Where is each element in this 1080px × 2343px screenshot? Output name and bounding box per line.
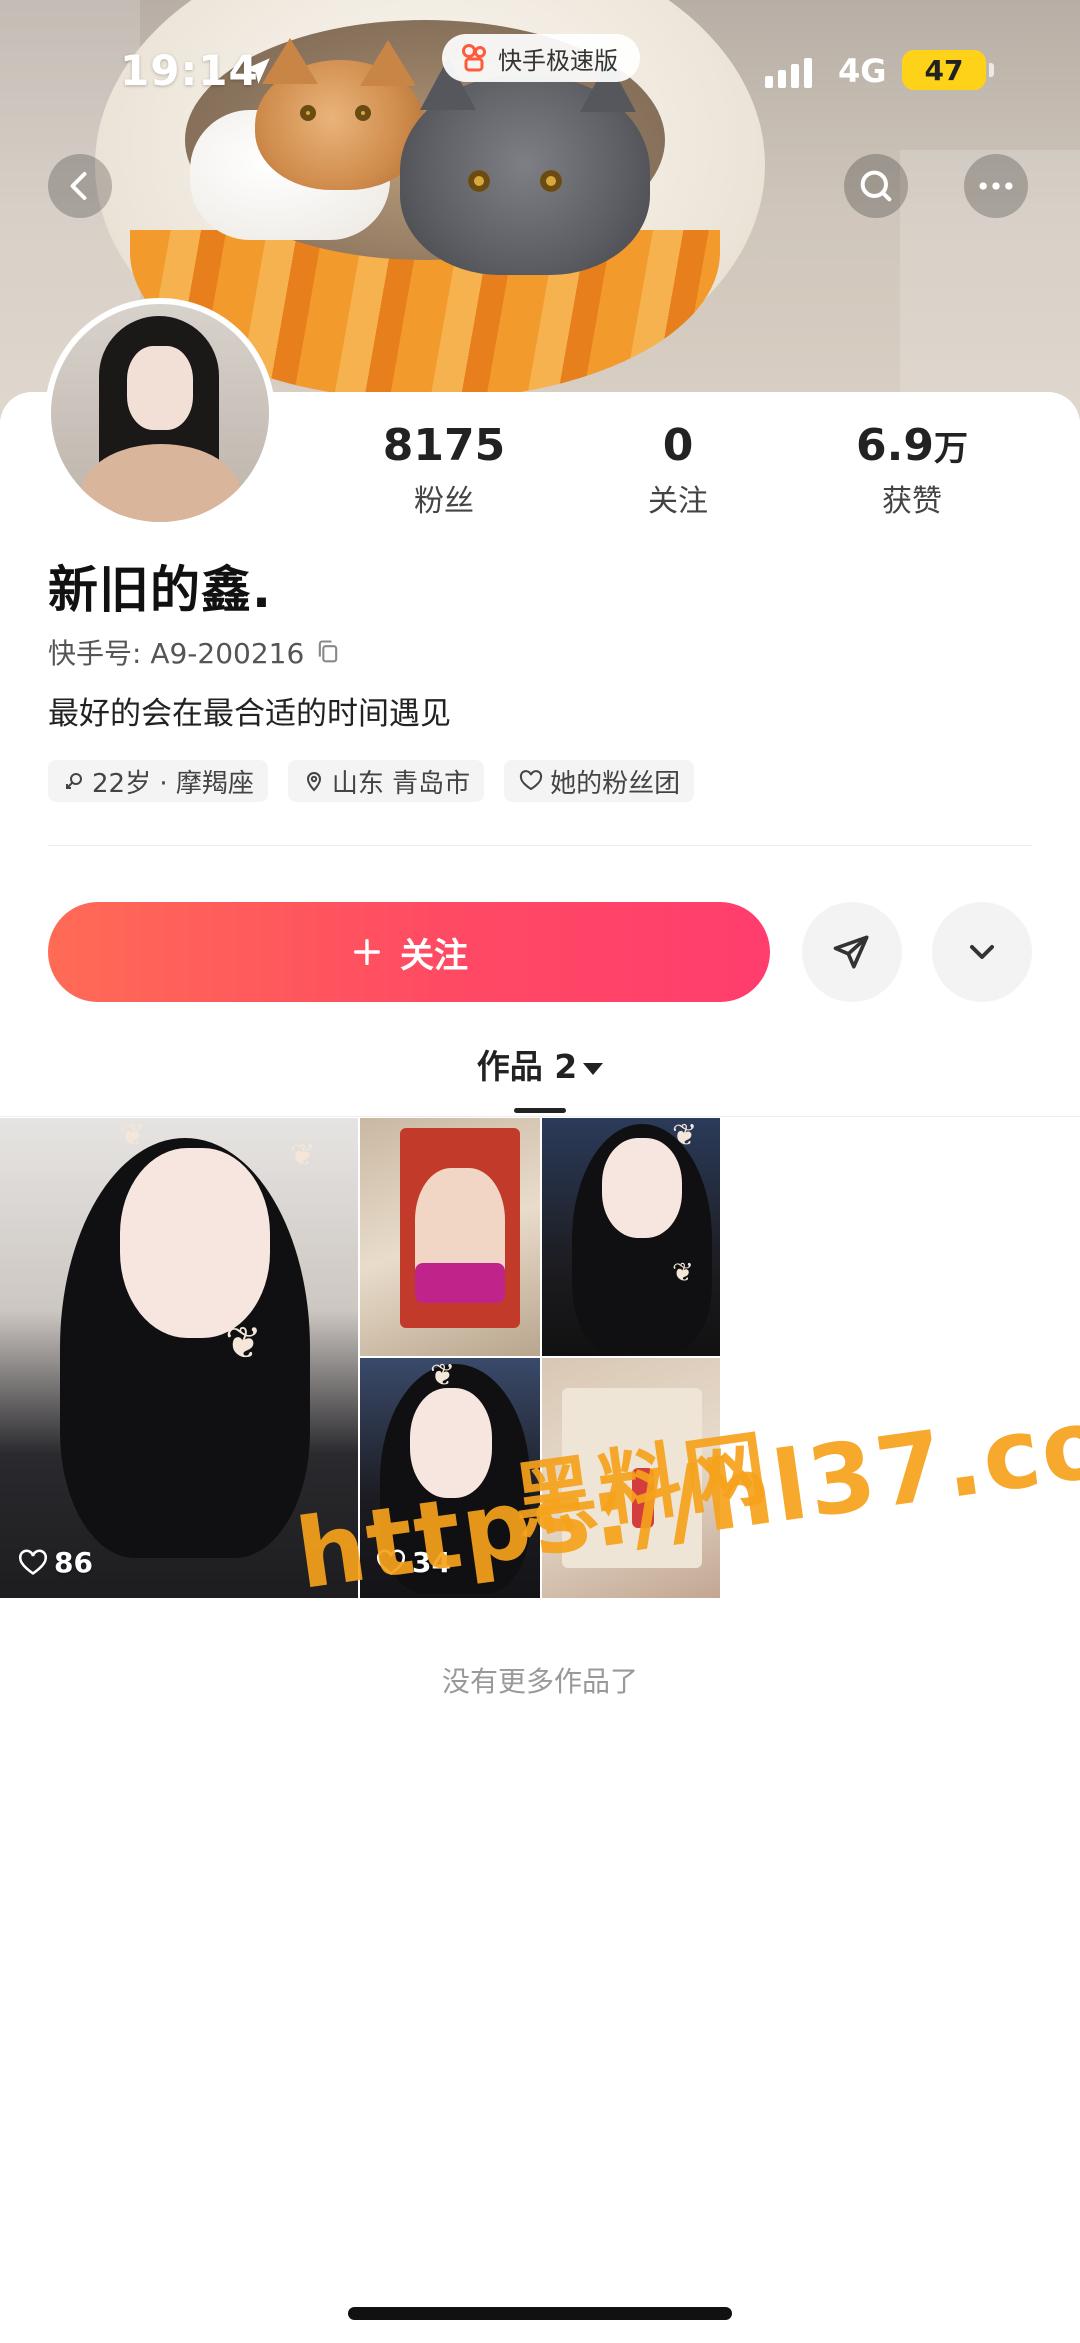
- tab-indicator: [514, 1108, 566, 1113]
- like-count: 86: [18, 1546, 93, 1579]
- tab-works-label: 作品 2: [476, 1047, 578, 1086]
- plus-icon: [353, 938, 381, 966]
- more-dots-icon: [979, 182, 1013, 190]
- status-bar: 19:14 快手极速版 4G 47: [0, 0, 1080, 140]
- profile-name: 新旧的鑫.: [48, 561, 272, 619]
- kuaishou-id: 快手号: A9-200216: [48, 637, 305, 670]
- stat-following[interactable]: 0 关注: [578, 418, 778, 527]
- signal-icon: [765, 58, 812, 88]
- caret-down-icon: [583, 1062, 604, 1075]
- chevron-left-icon: [70, 172, 87, 200]
- location-arrow-icon: [244, 58, 270, 84]
- more-button[interactable]: [964, 154, 1028, 218]
- back-button[interactable]: [48, 154, 112, 218]
- stat-label: 粉丝: [414, 484, 474, 519]
- butterfly-icon: ❦: [290, 1138, 316, 1173]
- send-message-button[interactable]: [802, 902, 902, 1002]
- tag-label: 山东 青岛市: [331, 768, 471, 799]
- tag-fan-club[interactable]: 她的粉丝团: [504, 760, 695, 802]
- location-pin-icon: [306, 772, 321, 792]
- kuaishou-id-row: 快手号: A9-200216: [48, 632, 342, 672]
- home-indicator[interactable]: [348, 2307, 732, 2320]
- stat-label: 获赞: [882, 484, 942, 519]
- butterfly-icon: ❦: [120, 1118, 146, 1153]
- like-value: 86: [54, 1546, 93, 1579]
- send-icon: [833, 935, 869, 969]
- search-button[interactable]: [844, 154, 908, 218]
- female-icon: [66, 773, 82, 789]
- tag-age-zodiac: 22岁 · 摩羯座: [48, 760, 268, 802]
- divider: [48, 845, 1032, 846]
- follow-button[interactable]: 关注: [48, 902, 770, 1002]
- profile-bio: 最好的会在最合适的时间遇见: [48, 696, 451, 732]
- stat-value: 6.9: [856, 420, 934, 471]
- tag-label: 她的粉丝团: [550, 768, 681, 799]
- stat-unit: 万: [933, 429, 968, 469]
- work-thumbnail[interactable]: [360, 1118, 540, 1356]
- follow-label: 关注: [400, 935, 468, 976]
- status-time: 19:14: [120, 46, 259, 95]
- butterfly-icon: ❦: [430, 1358, 456, 1393]
- stat-value: 8175: [382, 420, 506, 471]
- stat-value: 0: [662, 420, 694, 471]
- app-badge[interactable]: 快手极速版: [442, 34, 640, 82]
- copy-icon[interactable]: [314, 638, 342, 666]
- butterfly-icon: ❦: [225, 1318, 262, 1369]
- no-more-works-label: 没有更多作品了: [441, 1665, 638, 1698]
- heart-badge-icon: [520, 770, 543, 791]
- tab-works[interactable]: 作品 2: [0, 1040, 1080, 1088]
- app-name: 快手极速版: [498, 46, 618, 75]
- profile-tags: 22岁 · 摩羯座 山东 青岛市 她的粉丝团: [48, 760, 695, 802]
- avatar[interactable]: [45, 298, 275, 528]
- battery-indicator: 47: [902, 50, 994, 90]
- tag-location: 山东 青岛市: [287, 760, 485, 802]
- stat-likes[interactable]: 6.9万 获赞: [812, 418, 1012, 527]
- network-type: 4G: [838, 52, 887, 90]
- chevron-down-icon: [970, 945, 994, 959]
- heart-icon: [18, 1549, 48, 1575]
- butterfly-icon: ❦: [672, 1118, 698, 1153]
- butterfly-icon: ❦: [672, 1258, 694, 1288]
- kuaishou-logo-icon: [462, 44, 486, 72]
- stat-label: 关注: [648, 484, 708, 519]
- expand-recommend-button[interactable]: [932, 902, 1032, 1002]
- stat-followers[interactable]: 8175 粉丝: [344, 418, 544, 527]
- tag-label: 22岁 · 摩羯座: [92, 768, 254, 799]
- search-icon: [860, 170, 892, 202]
- work-thumbnail[interactable]: ❦ ❦: [542, 1118, 720, 1356]
- tab-divider: [0, 1116, 1080, 1117]
